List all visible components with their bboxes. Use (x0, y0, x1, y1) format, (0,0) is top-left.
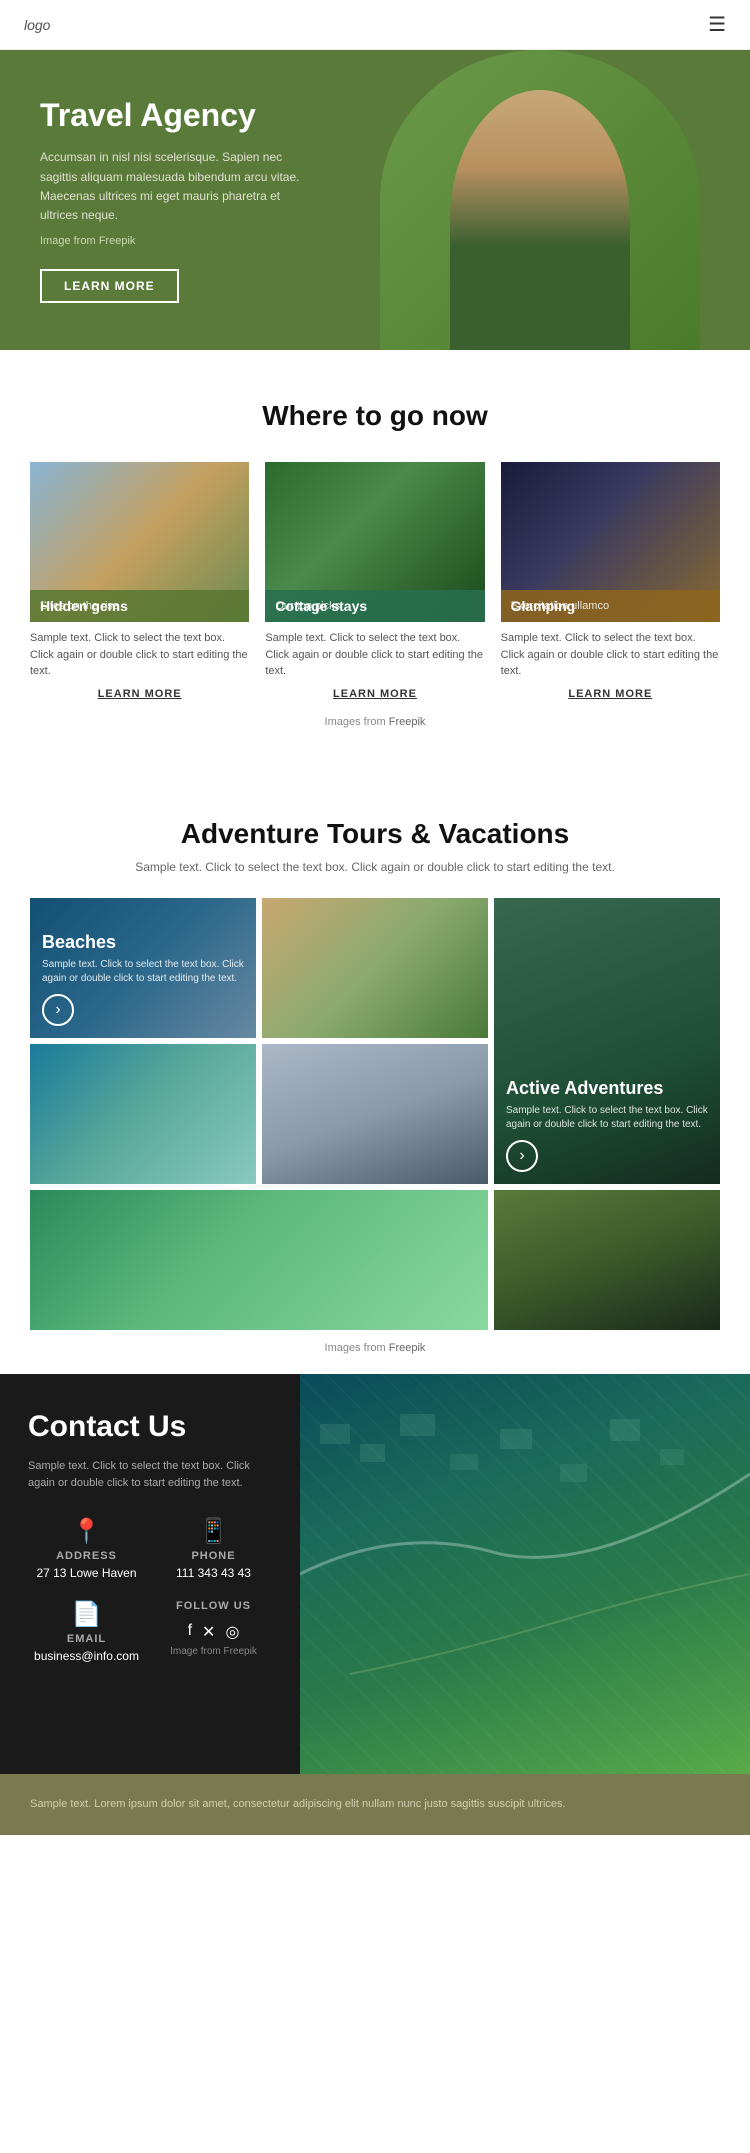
adventure-subtitle: Sample text. Click to select the text bo… (30, 860, 720, 874)
phone-value: 111 343 43 43 (176, 1566, 251, 1580)
footer-text: Sample text. Lorem ipsum dolor sit amet,… (30, 1796, 720, 1814)
contact-section: Contact Us Sample text. Click to select … (0, 1374, 750, 1774)
contact-address-item: 📍 ADDRESS 27 13 Lowe Haven (28, 1517, 145, 1580)
hero-description: Accumsan in nisl nisi scelerisque. Sapie… (40, 148, 320, 225)
address-label: ADDRESS (56, 1550, 117, 1562)
card-label-bg-1: Hidden gems Sites on the rise (30, 590, 249, 622)
cards-grid: Hidden gems Sites on the rise Sample tex… (30, 462, 720, 700)
card-text-3: Sample text. Click to select the text bo… (501, 630, 720, 680)
card-label-3: Glamping (501, 586, 720, 622)
social-row: f ✕ ◎ (188, 1622, 240, 1642)
card-label-bg-3: Glamping Exercitation ullamco (501, 590, 720, 622)
address-value: 27 13 Lowe Haven (36, 1566, 136, 1580)
contact-right-image (300, 1374, 750, 1774)
phone-label: PHONE (191, 1550, 235, 1562)
freepik-link[interactable]: Freepik (99, 235, 136, 247)
facebook-icon[interactable]: f (188, 1622, 192, 1642)
email-value: business@info.com (34, 1649, 139, 1663)
adv-cell-beaches[interactable]: Beaches Sample text. Click to select the… (30, 898, 256, 1038)
adv-btn-active[interactable]: › (506, 1140, 538, 1172)
card-label-bg-2: Cottage stays Our top picks (265, 590, 484, 622)
adv-overlay-active: Active Adventures Sample text. Click to … (494, 898, 720, 1184)
adv-cell-coast[interactable] (30, 1044, 256, 1184)
address-icon: 📍 (72, 1517, 102, 1546)
instagram-icon[interactable]: ◎ (225, 1622, 239, 1642)
email-label: EMAIL (67, 1633, 106, 1645)
hero-title: Travel Agency (40, 97, 320, 134)
adv-desc-active: Sample text. Click to select the text bo… (506, 1104, 708, 1132)
contact-description: Sample text. Click to select the text bo… (28, 1458, 272, 1493)
adv-cell-forest[interactable] (262, 898, 488, 1038)
adv-cell-road[interactable] (494, 1190, 720, 1330)
adventure-title: Adventure Tours & Vacations (30, 818, 720, 850)
adv-title-beaches: Beaches (42, 932, 244, 954)
contact-email-item: 📄 EMAIL business@info.com (28, 1600, 145, 1663)
where-title: Where to go now (30, 400, 720, 432)
aerial-overlay-svg (300, 1374, 750, 1774)
card-text-2: Sample text. Click to select the text bo… (265, 630, 484, 680)
twitter-x-icon[interactable]: ✕ (202, 1622, 215, 1642)
adv-title-active: Active Adventures (506, 1078, 708, 1100)
header: logo ☰ (0, 0, 750, 50)
where-section: Where to go now Hidden gems Sites on the… (0, 350, 750, 778)
card-cottage-stays[interactable]: Cottage stays Our top picks Sample text.… (265, 462, 484, 700)
adv-btn-beaches[interactable]: › (42, 994, 74, 1026)
footer: Sample text. Lorem ipsum dolor sit amet,… (0, 1774, 750, 1836)
contact-phone-item: 📱 PHONE 111 343 43 43 (155, 1517, 272, 1580)
hero-image (330, 50, 750, 350)
hero-person-image (380, 50, 700, 350)
email-icon: 📄 (72, 1600, 102, 1629)
logo: logo (24, 17, 50, 33)
follow-label: FOLLOW US (176, 1600, 251, 1612)
card-glamping[interactable]: Glamping Exercitation ullamco Sample tex… (501, 462, 720, 700)
learn-more-button[interactable]: LEARN MORE (40, 269, 179, 303)
where-freepik-credit: Images from Freepik (30, 716, 720, 728)
card-label-2: Cottage stays (265, 586, 484, 622)
adv-cell-palm[interactable] (30, 1190, 488, 1330)
contact-social-item: FOLLOW US f ✕ ◎ Image from Freepik (155, 1600, 272, 1663)
learn-more-1[interactable]: LEARN MORE (30, 688, 249, 700)
adventure-section: Adventure Tours & Vacations Sample text.… (0, 778, 750, 1374)
adventure-freepik-credit: Images from Freepik (30, 1342, 720, 1354)
contact-grid: 📍 ADDRESS 27 13 Lowe Haven 📱 PHONE 111 3… (28, 1517, 272, 1663)
learn-more-3[interactable]: LEARN MORE (501, 688, 720, 700)
where-freepik-link[interactable]: Freepik (389, 716, 426, 728)
contact-title: Contact Us (28, 1410, 272, 1444)
card-hidden-gems[interactable]: Hidden gems Sites on the rise Sample tex… (30, 462, 249, 700)
card-text-1: Sample text. Click to select the text bo… (30, 630, 249, 680)
adventure-freepik-link[interactable]: Freepik (389, 1342, 426, 1354)
hero-content: Travel Agency Accumsan in nisl nisi scel… (0, 57, 360, 342)
menu-icon[interactable]: ☰ (708, 12, 726, 37)
social-freepik-link[interactable]: Freepik (224, 1646, 257, 1657)
card-label-1: Hidden gems (30, 586, 249, 622)
card-image-glamp: Glamping Exercitation ullamco (501, 462, 720, 622)
phone-icon: 📱 (199, 1517, 229, 1546)
social-image-credit: Image from (170, 1646, 221, 1657)
adv-desc-beaches: Sample text. Click to select the text bo… (42, 958, 244, 986)
adv-overlay-beaches: Beaches Sample text. Click to select the… (30, 898, 256, 1038)
card-image-tent: Hidden gems Sites on the rise (30, 462, 249, 622)
hero-image-credit: Image from Freepik (40, 233, 320, 251)
hero-section: Travel Agency Accumsan in nisl nisi scel… (0, 50, 750, 350)
adv-cell-active[interactable]: Active Adventures Sample text. Click to … (494, 898, 720, 1184)
card-image-cabin: Cottage stays Our top picks (265, 462, 484, 622)
adventure-grid: Beaches Sample text. Click to select the… (30, 898, 720, 1330)
adv-cell-mountain[interactable] (262, 1044, 488, 1184)
contact-left: Contact Us Sample text. Click to select … (0, 1374, 300, 1774)
learn-more-2[interactable]: LEARN MORE (265, 688, 484, 700)
